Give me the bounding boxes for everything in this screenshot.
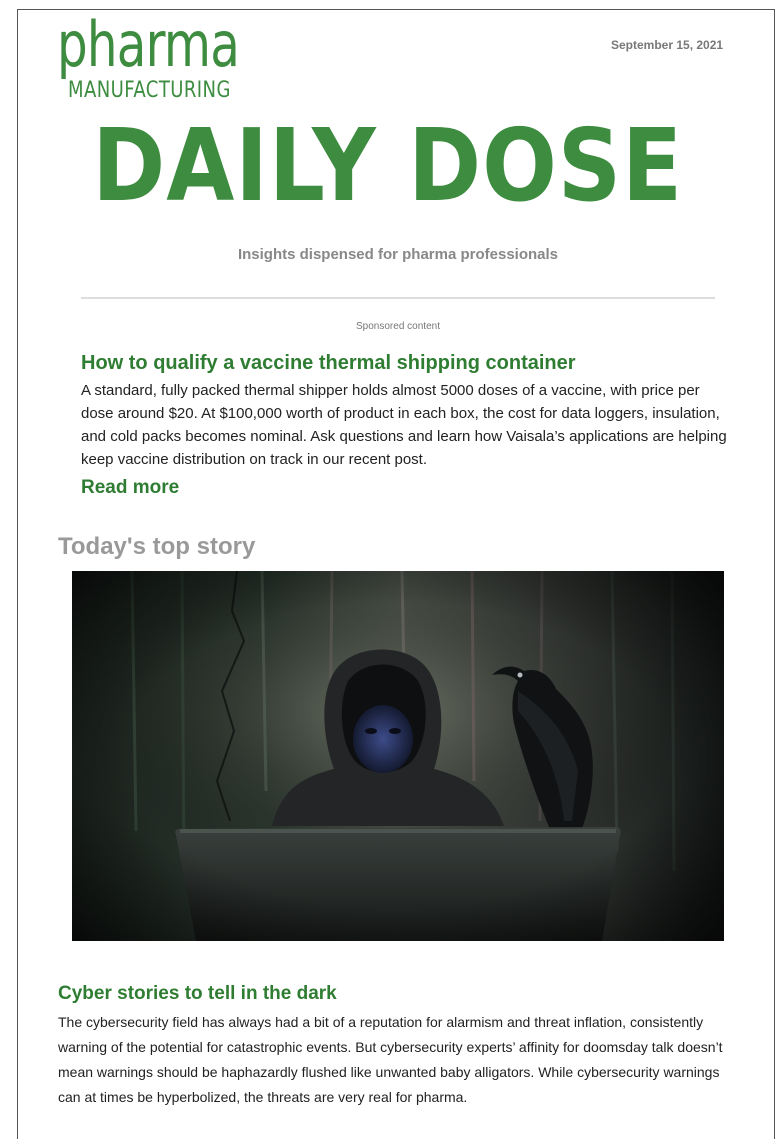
read-more-link[interactable]: Read more [81,477,179,499]
masthead: DAILY DOSE [0,112,776,220]
sponsored-body: A standard, fully packed thermal shipper… [81,382,727,468]
logo-word: pharma [57,8,240,81]
logo-subtitle: MANUFACTURING [68,78,231,103]
tagline: Insights dispensed for pharma profession… [237,246,559,263]
masthead-title: DAILY DOSE [92,107,684,224]
hooded-hacker-image[interactable] [72,571,724,941]
issue-date: September 15, 2021 [611,38,724,52]
section-heading: Today's top story [58,533,256,560]
pharma-manufacturing-logo[interactable]: pharma MANUFACTURING [57,8,290,102]
top-story-body: The cybersecurity field has always had a… [58,1014,723,1105]
sponsored-headline-link[interactable]: How to qualify a vaccine thermal shippin… [81,352,576,375]
sponsored-label: Sponsored content [356,321,440,332]
divider [81,297,715,299]
top-story-headline-link[interactable]: Cyber stories to tell in the dark [58,983,337,1005]
story-illustration [72,571,724,941]
